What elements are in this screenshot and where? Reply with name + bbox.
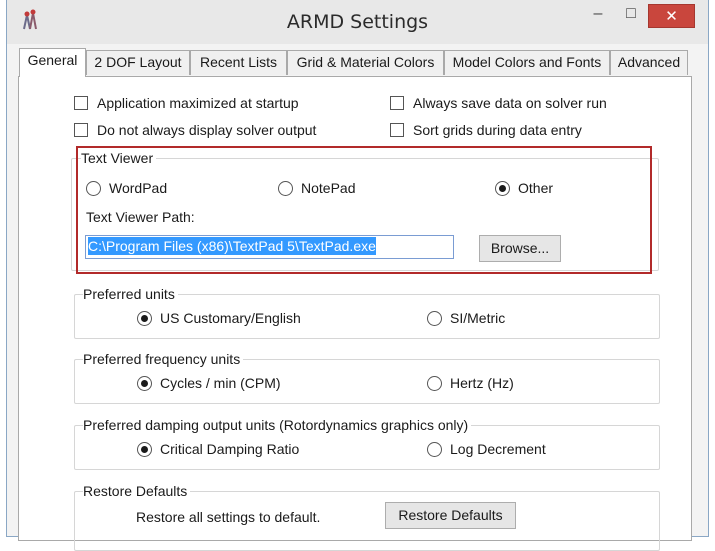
tab-recent-lists[interactable]: Recent Lists (190, 50, 287, 75)
no-display-output-checkbox[interactable] (74, 123, 88, 137)
close-button[interactable]: ✕ (648, 4, 695, 28)
highlight-annotation (76, 146, 652, 274)
us-customary-radio[interactable] (137, 311, 152, 326)
restore-defaults-button[interactable]: Restore Defaults (385, 502, 516, 529)
log-decrement-label: Log Decrement (450, 441, 546, 457)
maximize-button[interactable]: □ (617, 0, 645, 27)
critical-damping-radio[interactable] (137, 442, 152, 457)
cpm-radio[interactable] (137, 376, 152, 391)
tab-general[interactable]: General (19, 48, 86, 77)
tab-advanced[interactable]: Advanced (610, 50, 688, 75)
always-save-label: Always save data on solver run (413, 95, 607, 111)
title-bar[interactable]: ARMD Settings – □ ✕ (7, 0, 708, 44)
minimize-icon: – (593, 4, 603, 22)
always-save-checkbox[interactable] (390, 96, 404, 110)
app-maximized-checkbox[interactable] (74, 96, 88, 110)
sort-grids-label: Sort grids during data entry (413, 122, 582, 138)
si-metric-radio[interactable] (427, 311, 442, 326)
maximize-icon: □ (626, 4, 636, 22)
si-metric-label: SI/Metric (450, 310, 506, 326)
us-customary-label: US Customary/English (160, 310, 301, 326)
restore-defaults-title: Restore Defaults (83, 483, 191, 499)
tab-model-colors-fonts[interactable]: Model Colors and Fonts (444, 50, 610, 75)
hertz-radio[interactable] (427, 376, 442, 391)
sort-grids-checkbox[interactable] (390, 123, 404, 137)
log-decrement-radio[interactable] (427, 442, 442, 457)
frequency-units-title: Preferred frequency units (83, 351, 244, 367)
app-maximized-label: Application maximized at startup (97, 95, 299, 111)
cpm-label: Cycles / min (CPM) (160, 375, 281, 391)
no-display-output-label: Do not always display solver output (97, 122, 317, 138)
close-icon: ✕ (665, 8, 678, 25)
critical-damping-label: Critical Damping Ratio (160, 441, 300, 457)
tab-grid-material-colors[interactable]: Grid & Material Colors (287, 50, 444, 75)
preferred-units-title: Preferred units (83, 286, 178, 302)
hertz-label: Hertz (Hz) (450, 375, 514, 391)
tab-2-dof-layout[interactable]: 2 DOF Layout (86, 50, 190, 75)
restore-description: Restore all settings to default. (136, 509, 321, 525)
general-tab-panel: Application maximized at startup Always … (18, 76, 692, 551)
settings-window: ARMD Settings – □ ✕ General 2 DOF Layout… (6, 0, 709, 551)
damping-units-title: Preferred damping output units (Rotordyn… (83, 417, 472, 433)
minimize-button[interactable]: – (584, 0, 612, 27)
